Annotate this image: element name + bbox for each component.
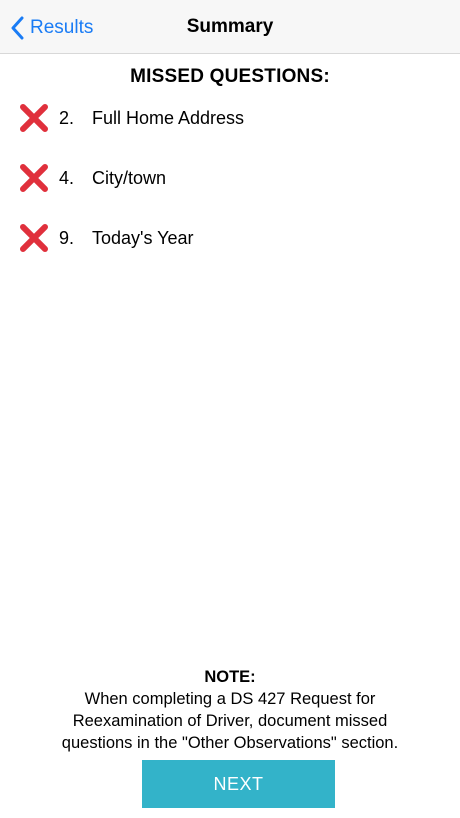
missed-question-item: 9. Today's Year	[0, 220, 460, 280]
question-label: Full Home Address	[92, 108, 245, 128]
note-text-line: questions in the "Other Observations" se…	[61, 734, 399, 752]
note-title: NOTE:	[204, 668, 256, 686]
navigation-bar: Results Summary	[0, 0, 460, 54]
missed-question-item: 4. City/town	[0, 160, 460, 220]
missed-questions-heading: MISSED QUESTIONS:	[130, 66, 330, 87]
cross-mark-icon	[20, 164, 48, 192]
missed-questions-list: 2. Full Home Address 4. City/town 9. Tod…	[0, 100, 460, 280]
next-button[interactable]: NEXT	[142, 760, 335, 808]
question-number: 9.	[59, 228, 75, 248]
missed-question-item: 2. Full Home Address	[0, 100, 460, 160]
note-text-line: Reexamination of Driver, document missed	[72, 712, 388, 730]
page-title: Summary	[186, 16, 274, 37]
question-number: 2.	[59, 108, 75, 128]
note-block: NOTE: When completing a DS 427 Request f…	[20, 666, 440, 754]
note-text-line: When completing a DS 427 Request for	[84, 690, 376, 708]
question-number: 4.	[59, 168, 75, 188]
question-label: City/town	[92, 168, 167, 188]
cross-mark-icon	[20, 224, 48, 252]
cross-mark-icon	[20, 104, 48, 132]
question-label: Today's Year	[92, 228, 194, 248]
